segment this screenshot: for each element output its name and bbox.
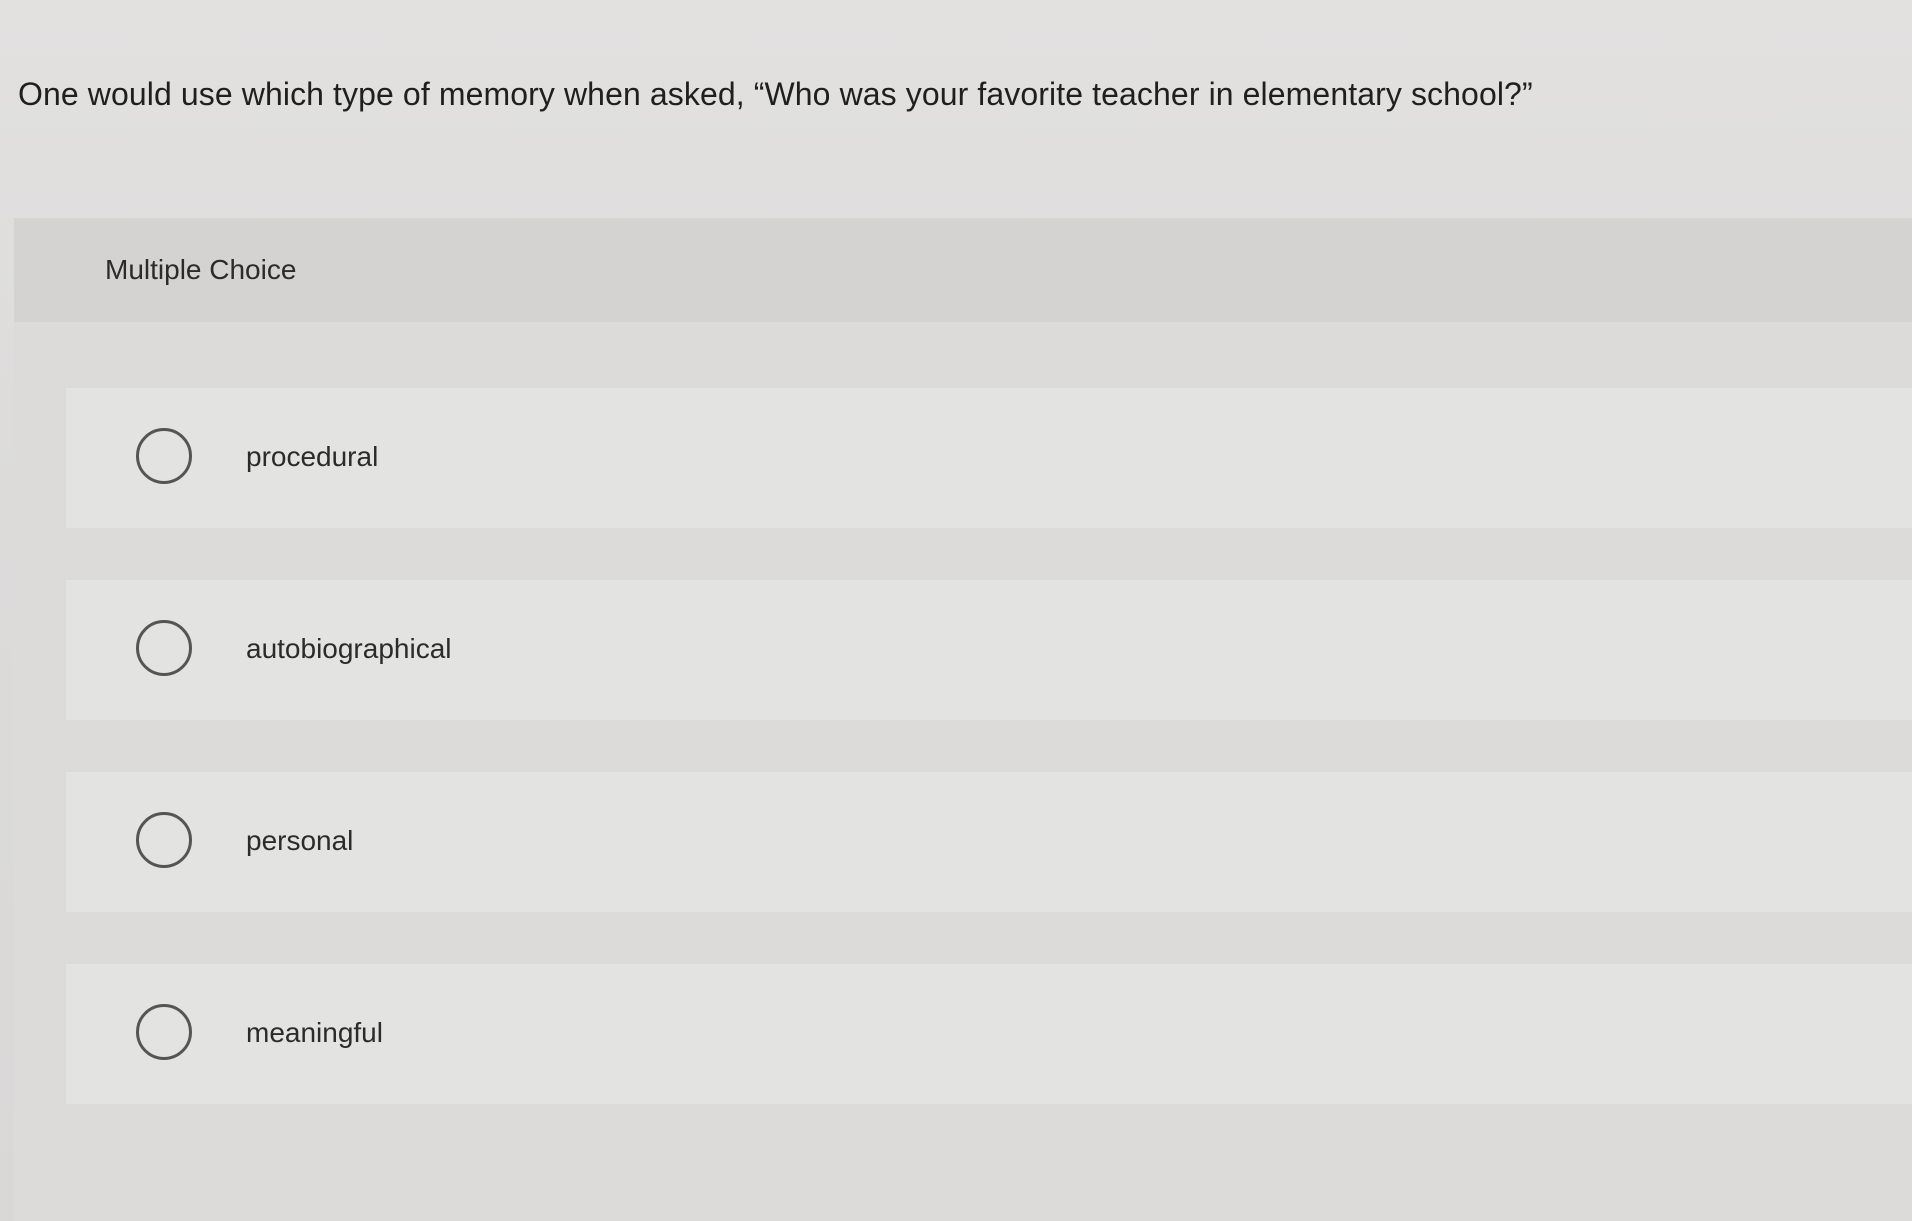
choices-list: procedural autobiographical personal mea… bbox=[66, 388, 1912, 1156]
question-text: One would use which type of memory when … bbox=[18, 76, 1533, 112]
radio-button-icon[interactable] bbox=[136, 428, 192, 484]
choice-procedural[interactable]: procedural bbox=[66, 388, 1912, 528]
choice-label[interactable]: meaningful bbox=[246, 1014, 383, 1052]
multiple-choice-panel: Multiple Choice procedural autobiographi… bbox=[14, 218, 1912, 1221]
choice-personal[interactable]: personal bbox=[66, 772, 1912, 912]
choice-meaningful[interactable]: meaningful bbox=[66, 964, 1912, 1104]
choice-autobiographical[interactable]: autobiographical bbox=[66, 580, 1912, 720]
panel-header: Multiple Choice bbox=[14, 218, 1912, 322]
choice-label[interactable]: personal bbox=[246, 822, 353, 860]
radio-button-icon[interactable] bbox=[136, 812, 192, 868]
radio-button-icon[interactable] bbox=[136, 1004, 192, 1060]
radio-button-icon[interactable] bbox=[136, 620, 192, 676]
panel-title: Multiple Choice bbox=[105, 254, 297, 285]
choice-label[interactable]: procedural bbox=[246, 438, 378, 476]
choice-label[interactable]: autobiographical bbox=[246, 630, 452, 668]
